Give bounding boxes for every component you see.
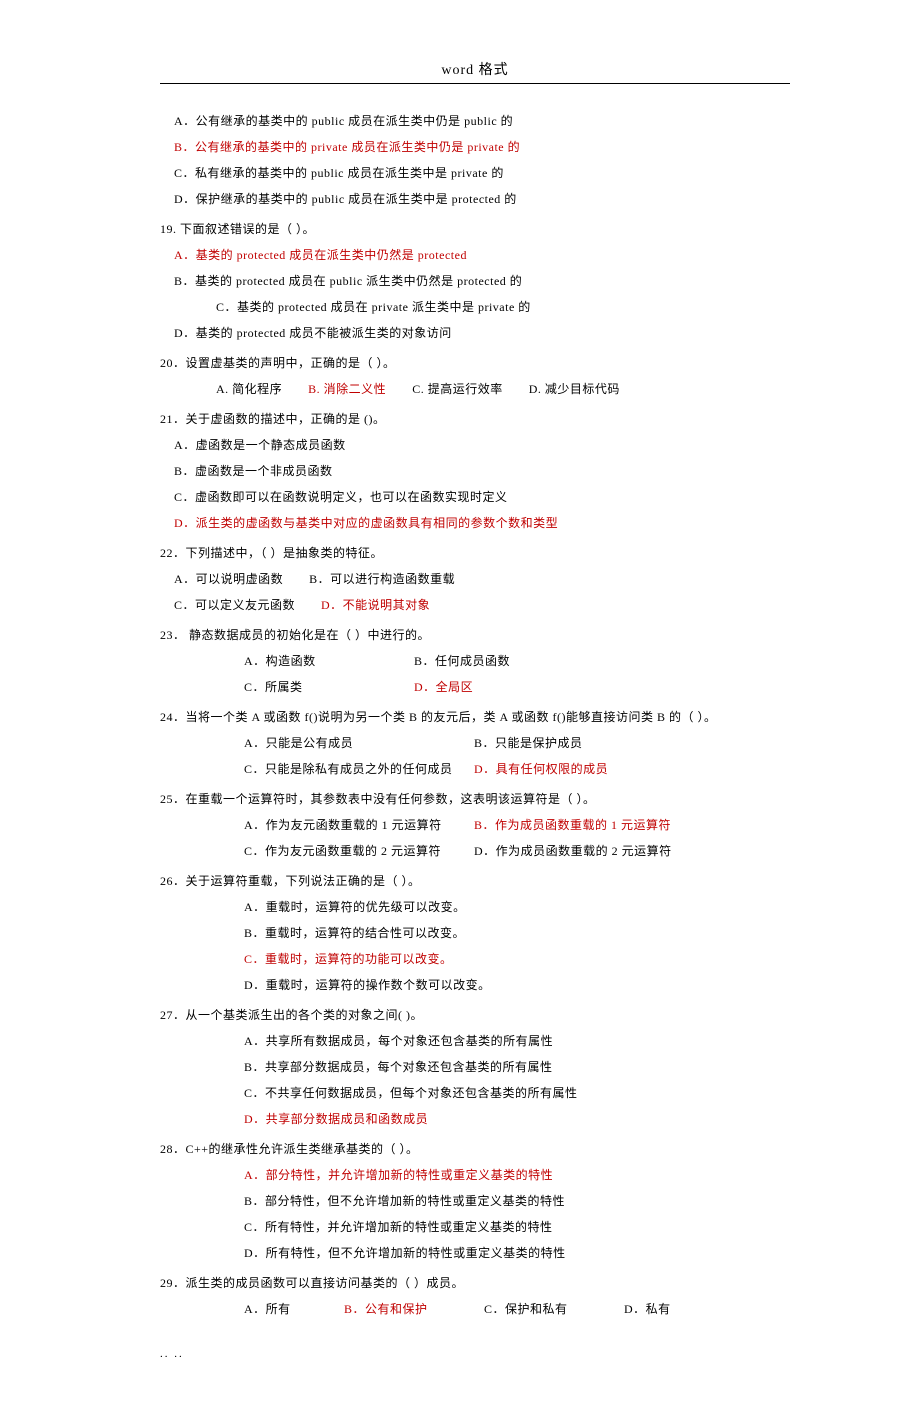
question-stem: 24．当将一个类 A 或函数 f()说明为另一个类 B 的友元后，类 A 或函数…	[160, 708, 790, 726]
option-c: C．作为友元函数重载的 2 元运算符	[244, 842, 474, 860]
header-rule	[160, 83, 790, 84]
option-row-1: A．可以说明虚函数 B．可以进行构造函数重载	[160, 570, 790, 588]
option-b: B．重载时，运算符的结合性可以改变。	[160, 924, 790, 942]
option-row-1: A．构造函数 B．任何成员函数	[160, 652, 790, 670]
question-stem: 20．设置虚基类的声明中，正确的是（ ）。	[160, 354, 790, 372]
page-header: word 格式	[160, 60, 790, 81]
question-stem: 28．C++的继承性允许派生类继承基类的（ ）。	[160, 1140, 790, 1158]
option-d: D．所有特性，但不允许增加新的特性或重定义基类的特性	[160, 1244, 790, 1262]
option-row: A．所有 B．公有和保护 C．保护和私有 D．私有	[160, 1300, 790, 1318]
option-b: B．只能是保护成员	[474, 734, 583, 752]
question-22: 22．下列描述中，（ ）是抽象类的特征。 A．可以说明虚函数 B．可以进行构造函…	[160, 544, 790, 614]
option-row-2: C．作为友元函数重载的 2 元运算符 D．作为成员函数重载的 2 元运算符	[160, 842, 790, 860]
option-row-2: C．所属类 D．全局区	[160, 678, 790, 696]
option-b: B．作为成员函数重载的 1 元运算符	[474, 816, 671, 834]
question-28: 28．C++的继承性允许派生类继承基类的（ ）。 A．部分特性，并允许增加新的特…	[160, 1140, 790, 1262]
option-b: B．共享部分数据成员，每个对象还包含基类的所有属性	[160, 1058, 790, 1076]
option-d: D．重载时，运算符的操作数个数可以改变。	[160, 976, 790, 994]
option-b: B．部分特性，但不允许增加新的特性或重定义基类的特性	[160, 1192, 790, 1210]
option-c: C．不共享任何数据成员，但每个对象还包含基类的所有属性	[160, 1084, 790, 1102]
question-stem: 22．下列描述中，（ ）是抽象类的特征。	[160, 544, 790, 562]
option-a: A．可以说明虚函数	[174, 570, 283, 588]
question-stem: 23． 静态数据成员的初始化是在（ ）中进行的。	[160, 626, 790, 644]
option-a: A．虚函数是一个静态成员函数	[160, 436, 790, 454]
option-d: D．全局区	[414, 678, 473, 696]
option-b: B．公有继承的基类中的 private 成员在派生类中仍是 private 的	[160, 138, 790, 156]
option-a: A．作为友元函数重载的 1 元运算符	[244, 816, 474, 834]
question-24: 24．当将一个类 A 或函数 f()说明为另一个类 B 的友元后，类 A 或函数…	[160, 708, 790, 778]
option-row-2: C．可以定义友元函数 D．不能说明其对象	[160, 596, 790, 614]
option-a: A．只能是公有成员	[244, 734, 474, 752]
option-c: C．基类的 protected 成员在 private 派生类中是 privat…	[160, 298, 790, 316]
question-26: 26．关于运算符重载，下列说法正确的是（ ）。 A．重载时，运算符的优先级可以改…	[160, 872, 790, 994]
question-25: 25．在重载一个运算符时，其参数表中没有任何参数，这表明该运算符是（ ）。 A．…	[160, 790, 790, 860]
option-c: C. 提高运行效率	[412, 380, 503, 398]
option-c: C．只能是除私有成员之外的任何成员	[244, 760, 474, 778]
option-d: D．共享部分数据成员和函数成员	[160, 1110, 790, 1128]
option-a: A．构造函数	[244, 652, 414, 670]
option-c: C．私有继承的基类中的 public 成员在派生类中是 private 的	[160, 164, 790, 182]
option-a: A．部分特性，并允许增加新的特性或重定义基类的特性	[160, 1166, 790, 1184]
option-c: C．虚函数即可以在函数说明定义，也可以在函数实现时定义	[160, 488, 790, 506]
question-stem: 29．派生类的成员函数可以直接访问基类的（ ）成员。	[160, 1274, 790, 1292]
question-stem: 21．关于虚函数的描述中，正确的是 ()。	[160, 410, 790, 428]
option-row-2: C．只能是除私有成员之外的任何成员 D．具有任何权限的成员	[160, 760, 790, 778]
option-d: D．私有	[624, 1300, 671, 1318]
option-b: B．公有和保护	[344, 1300, 484, 1318]
option-b: B．虚函数是一个非成员函数	[160, 462, 790, 480]
option-row-1: A．作为友元函数重载的 1 元运算符 B．作为成员函数重载的 1 元运算符	[160, 816, 790, 834]
option-b: B．基类的 protected 成员在 public 派生类中仍然是 prote…	[160, 272, 790, 290]
option-c: C．所有特性，并允许增加新的特性或重定义基类的特性	[160, 1218, 790, 1236]
option-row-1: A．只能是公有成员 B．只能是保护成员	[160, 734, 790, 752]
option-c: C．保护和私有	[484, 1300, 624, 1318]
question-stem: 27．从一个基类派生出的各个类的对象之间( )。	[160, 1006, 790, 1024]
option-d: D．不能说明其对象	[321, 596, 430, 614]
question-29: 29．派生类的成员函数可以直接访问基类的（ ）成员。 A．所有 B．公有和保护 …	[160, 1274, 790, 1318]
option-b: B．可以进行构造函数重载	[309, 570, 455, 588]
option-a: A．所有	[244, 1300, 344, 1318]
option-row: A. 简化程序 B. 消除二义性 C. 提高运行效率 D. 减少目标代码	[160, 380, 790, 398]
option-d: D. 减少目标代码	[529, 380, 620, 398]
option-a: A．公有继承的基类中的 public 成员在派生类中仍是 public 的	[160, 112, 790, 130]
option-c: C．可以定义友元函数	[174, 596, 295, 614]
option-d: D．作为成员函数重载的 2 元运算符	[474, 842, 672, 860]
option-c: C．重载时，运算符的功能可以改变。	[160, 950, 790, 968]
page-footer: .. ..	[160, 1346, 790, 1363]
option-d: D．派生类的虚函数与基类中对应的虚函数具有相同的参数个数和类型	[160, 514, 790, 532]
question-stem: 26．关于运算符重载，下列说法正确的是（ ）。	[160, 872, 790, 890]
option-a: A．共享所有数据成员，每个对象还包含基类的所有属性	[160, 1032, 790, 1050]
question-21: 21．关于虚函数的描述中，正确的是 ()。 A．虚函数是一个静态成员函数 B．虚…	[160, 410, 790, 532]
option-b: B．任何成员函数	[414, 652, 510, 670]
question-stem: 19. 下面叙述错误的是（ ）。	[160, 220, 790, 238]
pre-options: A．公有继承的基类中的 public 成员在派生类中仍是 public 的 B．…	[160, 112, 790, 208]
option-d: D．基类的 protected 成员不能被派生类的对象访问	[160, 324, 790, 342]
option-b: B. 消除二义性	[308, 380, 386, 398]
option-a: A．重载时，运算符的优先级可以改变。	[160, 898, 790, 916]
option-c: C．所属类	[244, 678, 414, 696]
question-19: 19. 下面叙述错误的是（ ）。 A．基类的 protected 成员在派生类中…	[160, 220, 790, 342]
question-27: 27．从一个基类派生出的各个类的对象之间( )。 A．共享所有数据成员，每个对象…	[160, 1006, 790, 1128]
option-a: A．基类的 protected 成员在派生类中仍然是 protected	[160, 246, 790, 264]
question-20: 20．设置虚基类的声明中，正确的是（ ）。 A. 简化程序 B. 消除二义性 C…	[160, 354, 790, 398]
question-stem: 25．在重载一个运算符时，其参数表中没有任何参数，这表明该运算符是（ ）。	[160, 790, 790, 808]
option-d: D．保护继承的基类中的 public 成员在派生类中是 protected 的	[160, 190, 790, 208]
option-d: D．具有任何权限的成员	[474, 760, 608, 778]
option-a: A. 简化程序	[216, 380, 282, 398]
question-23: 23． 静态数据成员的初始化是在（ ）中进行的。 A．构造函数 B．任何成员函数…	[160, 626, 790, 696]
document-page: word 格式 A．公有继承的基类中的 public 成员在派生类中仍是 pub…	[0, 0, 920, 1403]
